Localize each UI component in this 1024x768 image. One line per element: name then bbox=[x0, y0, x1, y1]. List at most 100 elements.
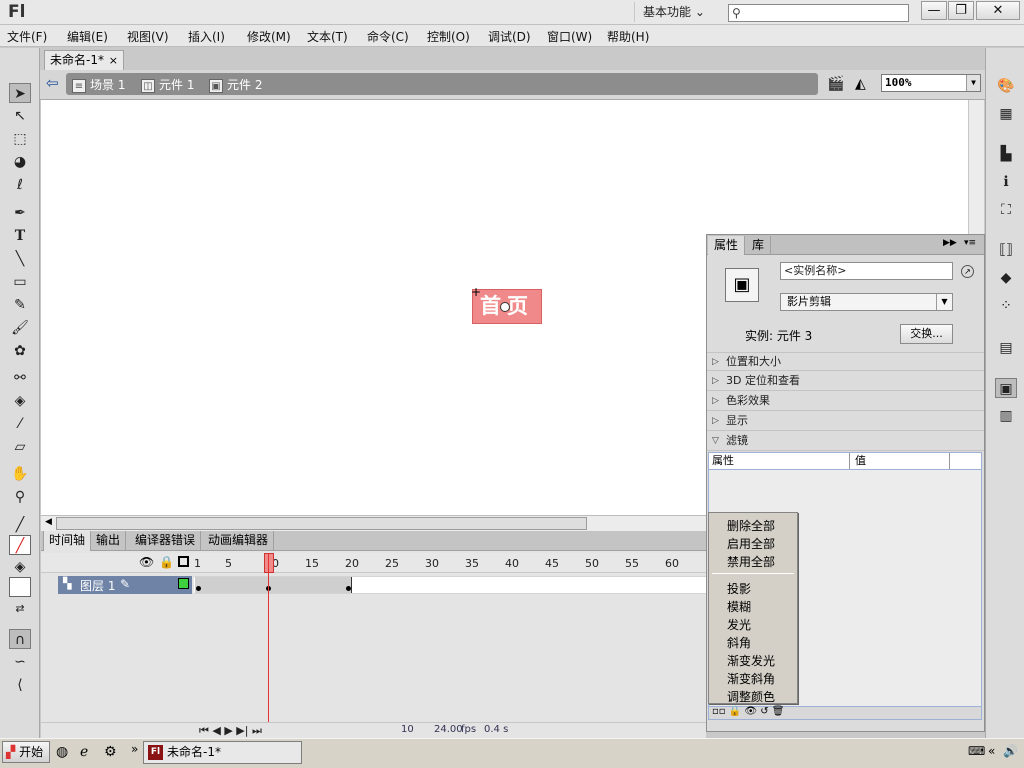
breadcrumb-symbol-2[interactable]: ▣ 元件 2 bbox=[209, 76, 262, 93]
align-icon[interactable]: ▙ bbox=[995, 144, 1017, 164]
menu-item-enable-all[interactable]: 启用全部 bbox=[727, 535, 775, 552]
close-tab-icon[interactable]: × bbox=[109, 51, 118, 70]
section-filters[interactable]: ▽ 滤镜 bbox=[707, 432, 984, 451]
project-icon[interactable]: ▤ bbox=[995, 338, 1017, 358]
scroll-left-icon[interactable]: ◀ bbox=[45, 517, 52, 527]
stroke-color-swatch[interactable]: ╱ bbox=[9, 535, 31, 555]
back-arrow-icon[interactable]: ⇦ bbox=[46, 74, 59, 92]
stage-vertical-scrollbar[interactable] bbox=[968, 100, 984, 235]
lasso-tool-icon[interactable]: ℓ bbox=[9, 175, 31, 195]
section-color-effect[interactable]: ▷ 色彩效果 bbox=[707, 392, 984, 411]
section-3d-position[interactable]: ▷ 3D 定位和查看 bbox=[707, 372, 984, 391]
menu-file[interactable]: 文件(F) bbox=[7, 28, 47, 45]
brush-tool-icon[interactable]: 🖌 bbox=[9, 318, 31, 338]
selection-tool-icon[interactable]: ➤ bbox=[9, 83, 31, 103]
menu-commands[interactable]: 命令(C) bbox=[367, 28, 409, 45]
menu-window[interactable]: 窗口(W) bbox=[547, 28, 592, 45]
volume-icon[interactable]: 🔊 bbox=[1003, 744, 1018, 758]
restore-button[interactable]: ❐ bbox=[948, 1, 974, 20]
frame-span[interactable] bbox=[195, 577, 352, 593]
tab-timeline[interactable]: 时间轴 bbox=[43, 531, 92, 551]
swap-colors-icon[interactable]: ⇄ bbox=[9, 599, 31, 619]
show-hide-icon[interactable]: 👁 bbox=[139, 555, 154, 569]
playback-controls-icon[interactable]: ⏮ ◀ ▶ ▶| ⏭ bbox=[199, 724, 262, 738]
fill-color-swatch[interactable] bbox=[9, 577, 31, 597]
edit-scene-icon[interactable]: 🎬 bbox=[827, 76, 844, 92]
menu-item-bevel[interactable]: 斜角 bbox=[727, 634, 751, 651]
tab-output[interactable]: 输出 bbox=[91, 531, 127, 551]
snap-to-objects-icon[interactable]: ∩ bbox=[9, 629, 31, 649]
properties-icon[interactable]: ▣ bbox=[995, 378, 1017, 398]
menu-insert[interactable]: 插入(I) bbox=[188, 28, 225, 45]
menu-text[interactable]: 文本(T) bbox=[307, 28, 348, 45]
start-button[interactable]: ▞ 开始 bbox=[2, 741, 50, 763]
swap-button[interactable]: 交换... bbox=[900, 324, 953, 344]
frame-rate[interactable]: 24.00 bbox=[434, 724, 463, 735]
menu-item-disable-all[interactable]: 禁用全部 bbox=[727, 553, 775, 570]
outline-icon[interactable] bbox=[178, 556, 189, 567]
menu-modify[interactable]: 修改(M) bbox=[247, 28, 291, 45]
edit-icon[interactable]: ↗ bbox=[961, 265, 974, 278]
collapse-panel-icon[interactable]: ▶▶ bbox=[943, 238, 957, 248]
pen-tool-icon[interactable]: ✒ bbox=[9, 203, 31, 223]
3d-rotation-tool-icon[interactable]: ◕ bbox=[9, 152, 31, 172]
menu-item-delete-all[interactable]: 删除全部 bbox=[727, 517, 775, 534]
quicklaunch-browser-icon[interactable]: ◍ bbox=[56, 744, 68, 760]
deco-tool-icon[interactable]: ✿ bbox=[9, 341, 31, 361]
breadcrumb-symbol-1[interactable]: ◫ 元件 1 bbox=[141, 76, 194, 93]
paint-bucket-tool-icon[interactable]: ◈ bbox=[9, 391, 31, 411]
zoom-tool-icon[interactable]: ⚲ bbox=[9, 487, 31, 507]
breadcrumb-scene[interactable]: ≡ 场景 1 bbox=[72, 76, 125, 93]
edit-symbols-icon[interactable]: ◭ bbox=[855, 76, 866, 92]
zoom-select[interactable]: 100% ▼ bbox=[881, 74, 981, 92]
fill-color-icon[interactable]: ◈ bbox=[9, 557, 31, 577]
info-icon[interactable]: ℹ bbox=[995, 172, 1017, 192]
library-icon[interactable]: ▥ bbox=[995, 406, 1017, 426]
straighten-icon[interactable]: ⟨ bbox=[9, 675, 31, 695]
pencil-tool-icon[interactable]: ✎ bbox=[9, 295, 31, 315]
section-position-size[interactable]: ▷ 位置和大小 bbox=[707, 352, 984, 371]
taskbar-window-button[interactable]: Fl 未命名-1* bbox=[143, 741, 302, 764]
document-tab[interactable]: 未命名-1* × bbox=[44, 50, 124, 71]
free-transform-tool-icon[interactable]: ⬚ bbox=[9, 129, 31, 149]
tab-compiler-errors[interactable]: 编译器错误 bbox=[130, 531, 202, 551]
playhead-handle[interactable] bbox=[264, 553, 274, 573]
hand-tool-icon[interactable]: ✋ bbox=[9, 464, 31, 484]
minimize-button[interactable]: — bbox=[921, 1, 947, 20]
quicklaunch-more-icon[interactable]: » bbox=[131, 742, 138, 756]
eyedropper-tool-icon[interactable]: ⁄ bbox=[9, 414, 31, 434]
subselection-tool-icon[interactable]: ↖ bbox=[9, 106, 31, 126]
add-filter-icon[interactable]: ▫▫ 🔒 👁 ↺ 🗑 bbox=[712, 706, 785, 717]
lock-icon[interactable]: 🔒 bbox=[159, 555, 174, 569]
tab-properties[interactable]: 属性 bbox=[708, 236, 746, 255]
keyboard-icon[interactable]: ⌨ bbox=[968, 744, 985, 758]
menu-item-blur[interactable]: 模糊 bbox=[727, 598, 751, 615]
stage-scroll-thumb[interactable] bbox=[56, 517, 587, 530]
motion-presets-icon[interactable]: ⁘ bbox=[995, 296, 1017, 316]
stroke-color-icon[interactable]: ╱ bbox=[9, 515, 31, 535]
menu-item-gradient-glow[interactable]: 渐变发光 bbox=[727, 652, 775, 669]
tab-library[interactable]: 库 bbox=[746, 236, 772, 255]
menu-help[interactable]: 帮助(H) bbox=[607, 28, 649, 45]
layer-color-swatch[interactable] bbox=[178, 578, 189, 589]
instance-name-input[interactable]: <实例名称> bbox=[780, 262, 953, 280]
tray-expand-icon[interactable]: « bbox=[988, 744, 995, 758]
section-display[interactable]: ▷ 显示 bbox=[707, 412, 984, 431]
color-palette-icon[interactable]: 🎨 bbox=[995, 76, 1017, 96]
menu-item-adjust-color[interactable]: 调整颜色 bbox=[727, 688, 775, 705]
workspace-switcher[interactable]: 基本功能 ⌄ bbox=[634, 2, 714, 22]
layer-row[interactable]: ▚ 图层 1 ✎ bbox=[58, 576, 192, 594]
menu-edit[interactable]: 编辑(E) bbox=[67, 28, 108, 45]
close-button[interactable]: ✕ bbox=[976, 1, 1020, 20]
menu-item-glow[interactable]: 发光 bbox=[727, 616, 751, 633]
tab-motion-editor[interactable]: 动画编辑器 bbox=[203, 531, 275, 551]
swatches-icon[interactable]: ▦ bbox=[995, 104, 1017, 124]
actions-icon[interactable]: ⟦⟧ bbox=[995, 240, 1017, 260]
panel-menu-icon[interactable]: ▾≡ bbox=[964, 238, 976, 248]
transform-icon[interactable]: ⛶ bbox=[995, 200, 1017, 220]
quicklaunch-ie-icon[interactable]: ℯ bbox=[80, 744, 88, 760]
components-icon[interactable]: ◆ bbox=[995, 268, 1017, 288]
menu-debug[interactable]: 调试(D) bbox=[488, 28, 531, 45]
menu-item-drop-shadow[interactable]: 投影 bbox=[727, 580, 751, 597]
symbol-type-select[interactable]: 影片剪辑 ▼ bbox=[780, 293, 953, 311]
